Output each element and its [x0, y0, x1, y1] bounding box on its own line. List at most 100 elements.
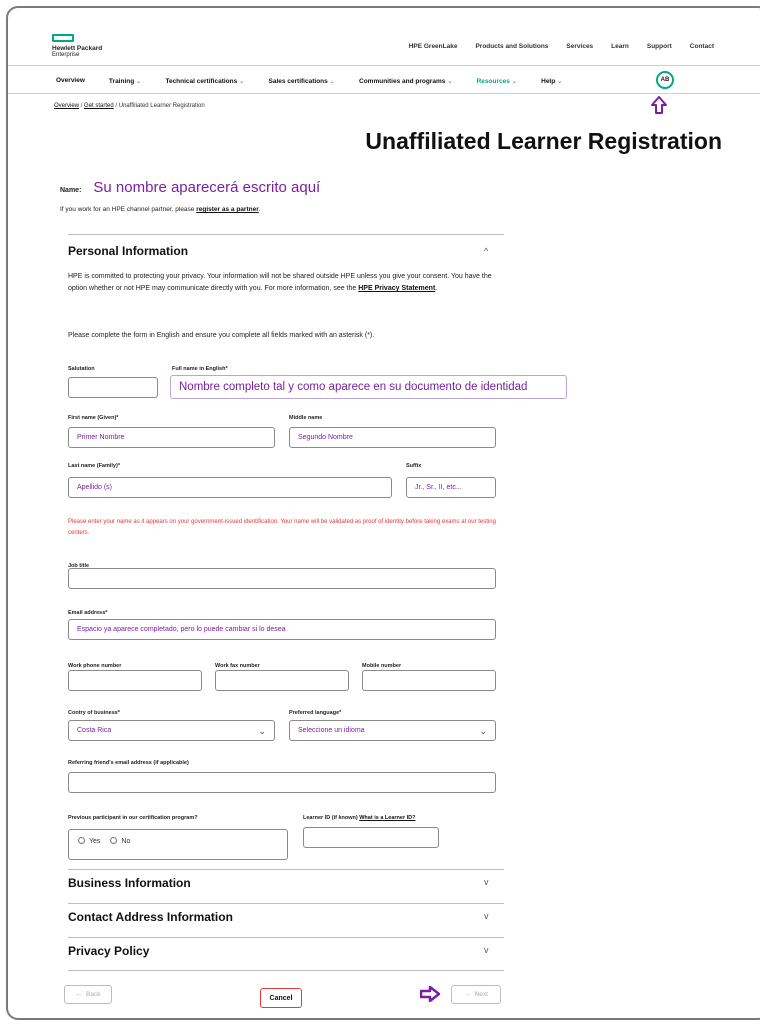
nav-tech-label: Technical certifications [165, 78, 238, 85]
chevron-down-icon: ⌄ [258, 726, 266, 736]
cancel-button[interactable]: Cancel [260, 988, 302, 1008]
privacy-statement-link[interactable]: HPE Privacy Statement [358, 285, 435, 292]
nav-sales-label: Sales certifications [268, 78, 328, 85]
work-phone-input[interactable] [68, 670, 202, 691]
instructions-text: Please complete the form in English and … [68, 332, 375, 339]
suffix-input[interactable]: Jr., Sr., II, etc... [406, 477, 496, 498]
logo-line1: Hewlett Packard [52, 45, 103, 52]
section-divider [68, 903, 504, 904]
full-name-input[interactable]: Nombre completo tal y como aparece en su… [170, 375, 567, 399]
learner-id-label: Learner ID (if known) What is a Learner … [303, 815, 415, 821]
previous-participant-radios: Yes No [78, 837, 130, 845]
nav-overview[interactable]: Overview [56, 77, 85, 85]
nav-help-label: Help [541, 78, 556, 85]
breadcrumb-get-started[interactable]: Get started [84, 103, 114, 109]
breadcrumb: Overview / Get started / Unaffiliated Le… [54, 103, 205, 109]
chevron-down-icon[interactable]: v [484, 877, 489, 887]
logo-line2: Enterprise [52, 52, 80, 58]
hpe-logo[interactable]: Hewlett Packard Enterprise [52, 34, 102, 58]
work-fax-input[interactable] [215, 670, 349, 691]
salutation-label: Salutation [68, 366, 95, 372]
name-warning: Please enter your name as it appears on … [68, 519, 496, 536]
next-label: Next [474, 991, 488, 998]
nav-sales-certifications[interactable]: Sales certifications ⌄ [269, 77, 336, 85]
section-contact-title[interactable]: Contact Address Information [68, 910, 233, 924]
nav-overview-label: Overview [56, 77, 85, 84]
email-label: Email address* [68, 610, 108, 616]
name-annotation: Su nombre aparecerá escrito aquí [93, 179, 321, 196]
chevron-down-icon[interactable]: v [484, 911, 489, 921]
work-fax-label: Work fax number [215, 663, 260, 669]
util-nav-support[interactable]: Support [647, 43, 672, 50]
util-nav-products[interactable]: Products and Solutions [475, 43, 548, 50]
util-nav-greenlake[interactable]: HPE GreenLake [409, 43, 458, 50]
mobile-label: Mobile number [362, 663, 402, 669]
back-button[interactable]: ← Back [64, 985, 112, 1004]
partner-line: If you work for an HPE channel partner, … [60, 206, 261, 213]
nav-help[interactable]: Help ⌄ [541, 77, 562, 85]
name-label: Name: [60, 187, 82, 194]
register-partner-link[interactable]: register as a partner [196, 206, 259, 213]
arrow-right-icon: → [464, 991, 471, 998]
nav-training[interactable]: Training ⌄ [109, 77, 142, 85]
breadcrumb-sep: / [80, 103, 83, 109]
chevron-up-icon[interactable]: ^ [484, 246, 488, 256]
section-divider [68, 937, 504, 938]
avatar[interactable]: AB [656, 71, 674, 89]
breadcrumb-overview[interactable]: Overview [54, 103, 79, 109]
chevron-down-icon: ⌄ [479, 726, 487, 736]
chevron-down-icon: ⌄ [511, 78, 518, 85]
section-divider [68, 234, 504, 235]
mobile-input[interactable] [362, 670, 496, 691]
language-value: Seleccione un idioma [298, 727, 365, 734]
privacy-end: . [435, 285, 438, 292]
language-select[interactable]: Seleccione un idioma ⌄ [289, 720, 496, 741]
utility-nav: HPE GreenLake Products and Solutions Ser… [409, 43, 714, 50]
radio-yes-label: Yes [89, 838, 101, 845]
email-input[interactable]: Espacio ya aparece completado, pero lo p… [68, 619, 496, 640]
country-value: Costa Rica [77, 727, 112, 734]
top-utility-bar: Hewlett Packard Enterprise HPE GreenLake… [8, 8, 760, 66]
nav-communities-label: Communities and programs [359, 78, 446, 85]
country-select[interactable]: Costa Rica ⌄ [68, 720, 275, 741]
referring-input[interactable] [68, 772, 496, 793]
main-nav: Overview Training ⌄ Technical certificat… [8, 68, 760, 94]
nav-technical-certifications[interactable]: Technical certifications ⌄ [165, 77, 244, 85]
breadcrumb-sep: / [115, 103, 118, 109]
middle-name-input[interactable]: Segundo Nombre [289, 427, 496, 448]
section-divider [68, 869, 504, 870]
salutation-input[interactable] [68, 377, 158, 398]
last-name-input[interactable]: Apellido (s) [68, 477, 392, 498]
util-nav-learn[interactable]: Learn [611, 43, 629, 50]
browser-frame: Hewlett Packard Enterprise HPE GreenLake… [6, 6, 760, 1020]
full-name-label: Full name in English* [172, 366, 228, 372]
util-nav-contact[interactable]: Contact [690, 43, 714, 50]
back-label: Back [86, 991, 101, 998]
first-name-input[interactable]: Primer Nombre [68, 427, 275, 448]
name-row: Name: Su nombre aparecerá escrito aquí [60, 179, 320, 196]
section-divider [68, 970, 504, 971]
job-title-input[interactable] [68, 568, 496, 589]
section-business-title[interactable]: Business Information [68, 876, 191, 890]
last-name-label: Last name (Family)* [68, 463, 120, 469]
nav-communities[interactable]: Communities and programs ⌄ [359, 77, 453, 85]
suffix-label: Suffix [406, 463, 422, 469]
radio-no[interactable]: No [110, 837, 130, 845]
language-label: Preferred language* [289, 710, 342, 716]
nav-resources[interactable]: Resources ⌄ [477, 77, 518, 85]
radio-circle-icon [110, 837, 118, 844]
chevron-down-icon: ⌄ [239, 78, 245, 85]
next-button[interactable]: → Next [451, 985, 501, 1004]
nav-training-label: Training [108, 78, 135, 85]
util-nav-services[interactable]: Services [566, 43, 593, 50]
what-is-learner-id-link[interactable]: What is a Learner ID? [359, 815, 415, 821]
middle-name-label: Middle name [289, 415, 323, 421]
radio-yes[interactable]: Yes [78, 837, 100, 845]
radio-no-label: No [121, 838, 131, 845]
section-personal-title[interactable]: Personal Information [68, 244, 188, 258]
chevron-down-icon: ⌄ [557, 78, 563, 85]
learner-id-input[interactable] [303, 827, 439, 848]
chevron-down-icon[interactable]: v [484, 945, 489, 955]
section-privacy-title[interactable]: Privacy Policy [68, 944, 149, 958]
nav-resources-label: Resources [476, 78, 510, 85]
